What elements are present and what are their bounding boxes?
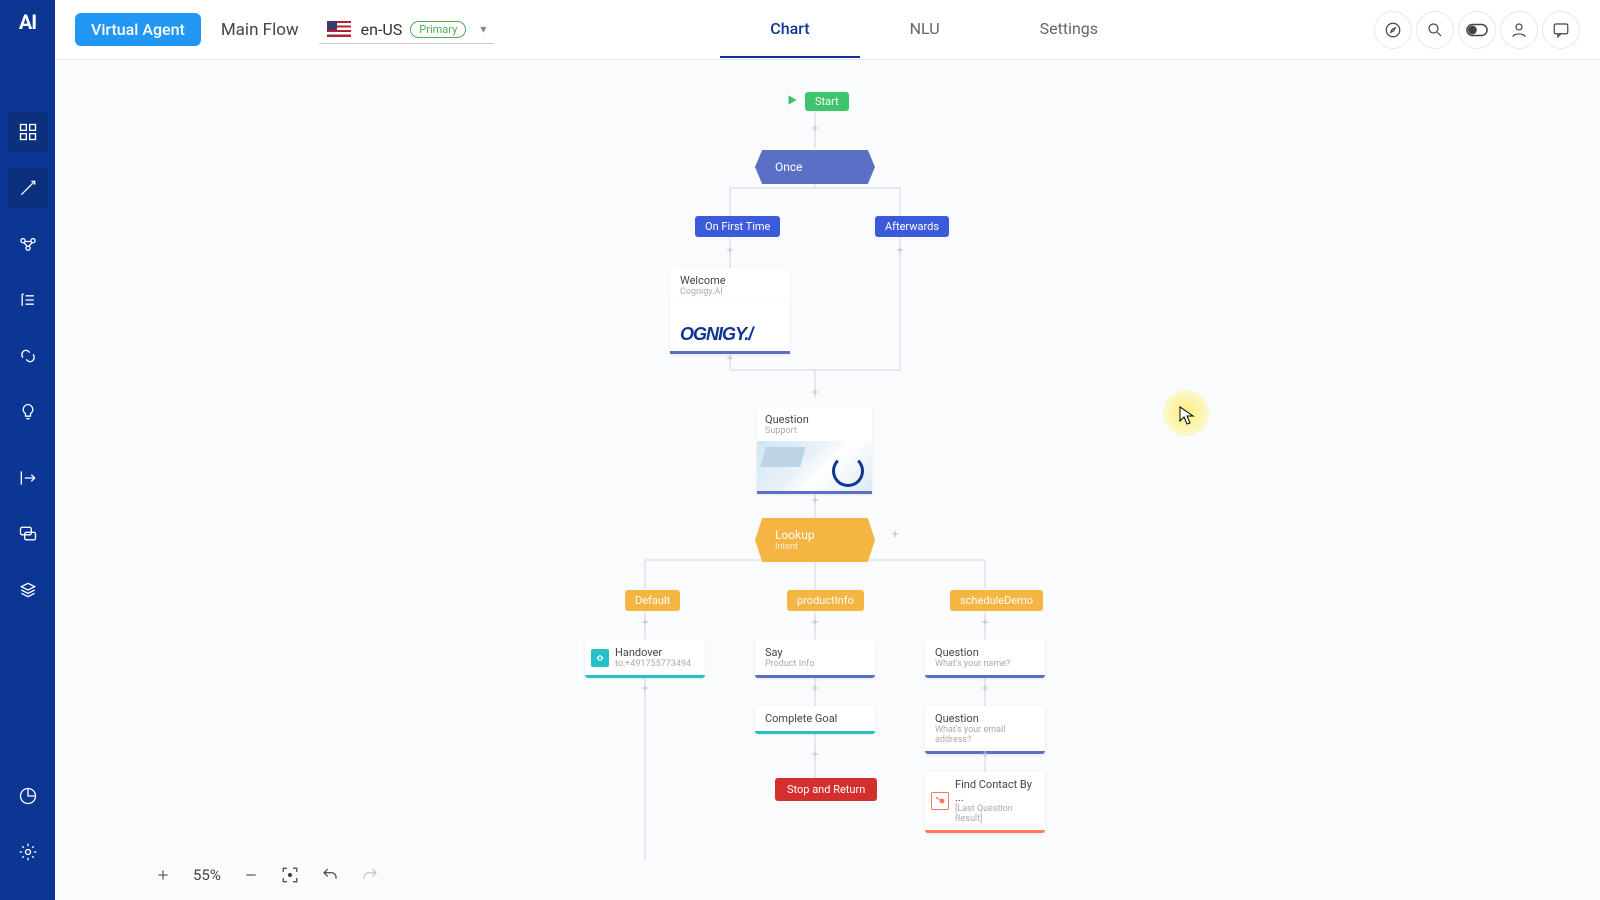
play-icon: [785, 92, 799, 111]
say-sub: Product Info: [765, 659, 865, 669]
tab-chart[interactable]: Chart: [720, 1, 859, 58]
welcome-sub: Cognigy.AI: [680, 287, 780, 297]
add-node-button[interactable]: +: [888, 527, 902, 541]
app-logo: AI: [19, 10, 36, 34]
brand-logo-node[interactable]: OGNIGY./: [670, 300, 790, 354]
stop-return-node[interactable]: Stop and Return: [775, 778, 877, 801]
handover-title: Handover: [615, 646, 699, 659]
cursor-icon: [1179, 406, 1195, 430]
nav-layers-icon[interactable]: [8, 570, 48, 610]
find-contact-node[interactable]: Find Contact By ... [Last Question Resul…: [925, 772, 1045, 833]
add-node-button[interactable]: +: [723, 243, 737, 257]
add-node-button[interactable]: +: [808, 747, 822, 761]
add-node-button[interactable]: +: [723, 351, 737, 365]
nav-intents-icon[interactable]: [8, 224, 48, 264]
add-node-button[interactable]: +: [808, 615, 822, 629]
flow-canvas[interactable]: Start + Once On First Time Afterwards + …: [55, 60, 1600, 900]
zoom-level: 55%: [193, 866, 221, 884]
question-name-sub: What's your name?: [935, 659, 1035, 669]
zoom-out-button[interactable]: [243, 867, 259, 883]
schedule-demo-chip[interactable]: scheduleDemo: [950, 590, 1043, 611]
locale-badge: Primary: [410, 21, 466, 38]
handover-icon: [591, 649, 609, 667]
add-node-button[interactable]: +: [978, 615, 992, 629]
find-contact-title: Find Contact By ...: [955, 778, 1039, 804]
topbar: Virtual Agent Main Flow en-US Primary ▾ …: [55, 0, 1600, 60]
tab-settings[interactable]: Settings: [990, 1, 1148, 58]
add-node-button[interactable]: +: [978, 747, 992, 761]
lookup-node[interactable]: Lookup Intent: [755, 518, 875, 562]
redo-button[interactable]: [361, 866, 379, 884]
nav-analytics-icon[interactable]: [8, 776, 48, 816]
nav-settings-icon[interactable]: [8, 832, 48, 872]
welcome-title: Welcome: [680, 274, 780, 287]
sidebar: AI: [0, 0, 55, 900]
handover-sub: to:+491755773494: [615, 659, 699, 669]
brand-logo-text: OGNIGY./: [680, 324, 780, 345]
locale-selector[interactable]: en-US Primary ▾: [319, 16, 495, 44]
add-node-button[interactable]: +: [638, 681, 652, 695]
question-sub: Support: [765, 426, 864, 436]
undo-button[interactable]: [321, 866, 339, 884]
complete-goal-node[interactable]: Complete Goal: [755, 706, 875, 734]
say-title: Say: [765, 646, 865, 659]
question-image: [757, 441, 872, 491]
question-support-node[interactable]: Question Support: [757, 408, 872, 494]
nav-connections-icon[interactable]: [8, 336, 48, 376]
add-node-button[interactable]: +: [893, 243, 907, 257]
explore-icon[interactable]: [1374, 11, 1412, 49]
add-node-button[interactable]: +: [808, 681, 822, 695]
lookup-sub: Intent: [775, 542, 855, 552]
user-icon[interactable]: [1500, 11, 1538, 49]
complete-goal-title: Complete Goal: [765, 712, 865, 725]
zoom-toolbar: 55%: [155, 866, 379, 884]
hubspot-icon: [931, 792, 949, 810]
question-email-title: Question: [935, 712, 1035, 725]
chat-icon[interactable]: [1542, 11, 1580, 49]
add-node-button[interactable]: +: [638, 615, 652, 629]
chevron-down-icon: ▾: [480, 22, 486, 36]
search-icon[interactable]: [1416, 11, 1454, 49]
tab-nlu[interactable]: NLU: [860, 1, 990, 58]
zoom-in-button[interactable]: [155, 867, 171, 883]
locale-text: en-US: [361, 20, 403, 39]
add-node-button[interactable]: +: [808, 385, 822, 399]
app-badge: Virtual Agent: [75, 13, 201, 46]
nav-dashboard-icon[interactable]: [8, 112, 48, 152]
welcome-node[interactable]: Welcome Cognigy.AI: [670, 268, 790, 303]
once-label: Once: [775, 160, 803, 174]
fit-view-button[interactable]: [281, 866, 299, 884]
say-node[interactable]: Say Product Info: [755, 640, 875, 678]
nav-insights-icon[interactable]: [8, 392, 48, 432]
nav-lexicon-icon[interactable]: [8, 280, 48, 320]
nav-export-icon[interactable]: [8, 458, 48, 498]
question-name-node[interactable]: Question What's your name?: [925, 640, 1045, 678]
start-node[interactable]: Start: [805, 92, 849, 111]
find-contact-sub: [Last Question Result]: [955, 804, 1039, 824]
add-node-button[interactable]: +: [978, 681, 992, 695]
handover-node[interactable]: Handover to:+491755773494: [585, 640, 705, 678]
question-title: Question: [765, 413, 864, 426]
main-area: Virtual Agent Main Flow en-US Primary ▾ …: [55, 0, 1600, 900]
on-first-time-chip[interactable]: On First Time: [695, 216, 780, 237]
breadcrumb: Main Flow: [221, 20, 299, 40]
once-node[interactable]: Once: [755, 150, 875, 184]
question-email-sub: What's your email address?: [935, 725, 1035, 745]
afterwards-chip[interactable]: Afterwards: [875, 216, 949, 237]
flag-icon: [327, 21, 351, 37]
question-name-title: Question: [935, 646, 1035, 659]
lookup-title: Lookup: [775, 528, 815, 542]
productinfo-chip[interactable]: productInfo: [787, 590, 864, 611]
default-chip[interactable]: Default: [625, 590, 680, 611]
add-node-button[interactable]: +: [808, 121, 822, 135]
add-node-button[interactable]: +: [808, 493, 822, 507]
nav-conversations-icon[interactable]: [8, 514, 48, 554]
nav-flow-icon[interactable]: [8, 168, 48, 208]
tabs: Chart NLU Settings: [494, 1, 1374, 58]
toggle-icon[interactable]: [1458, 11, 1496, 49]
